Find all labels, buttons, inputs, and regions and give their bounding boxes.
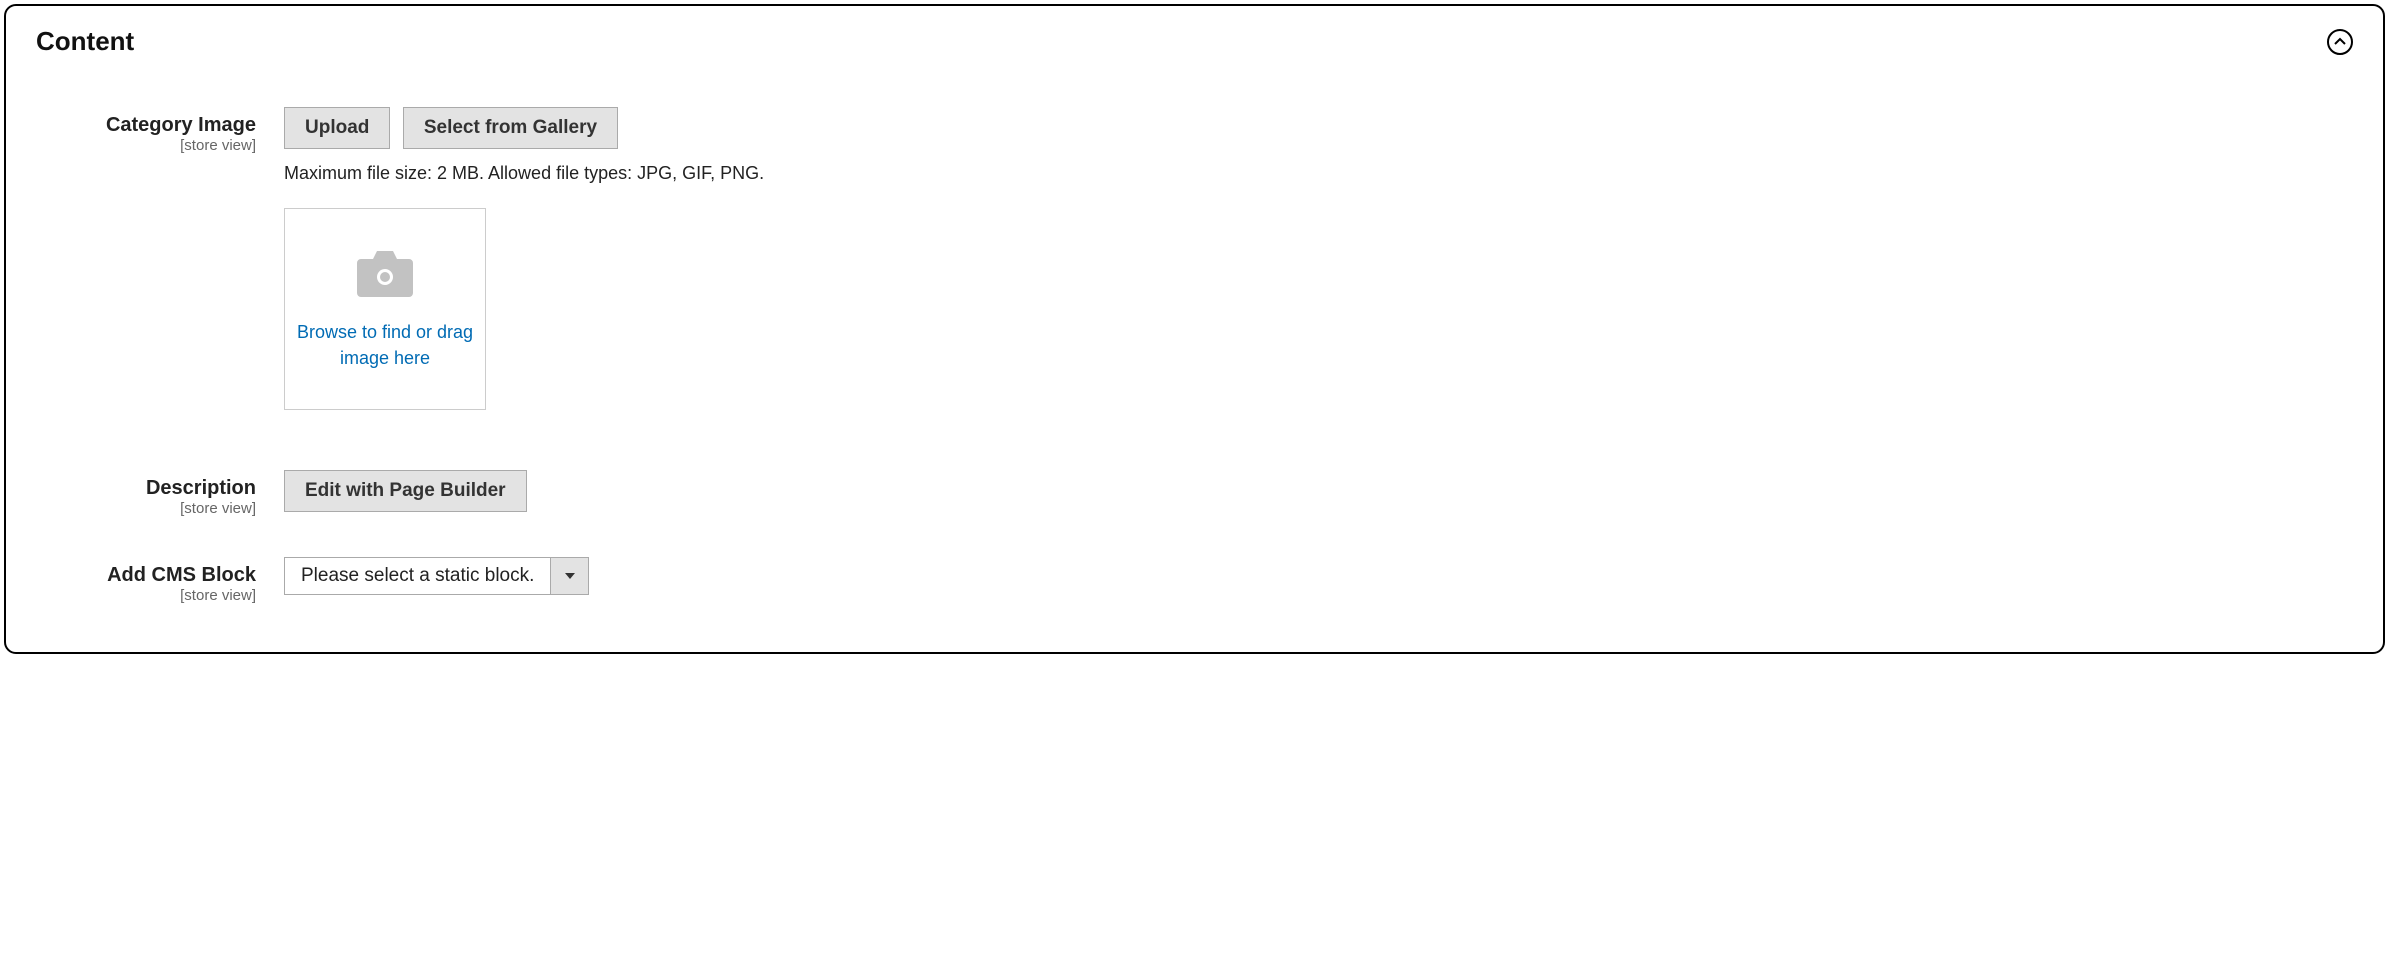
category-image-label: Category Image [36, 113, 256, 137]
cms-block-select[interactable]: Please select a static block. [284, 557, 589, 595]
panel-header: Content [36, 26, 2353, 57]
category-image-field: Upload Select from Gallery Maximum file … [284, 107, 2353, 410]
cms-block-selected-text: Please select a static block. [285, 558, 550, 594]
upload-hint: Maximum file size: 2 MB. Allowed file ty… [284, 163, 2353, 184]
description-label-col: Description [store view] [36, 470, 284, 517]
cms-block-field: Please select a static block. [284, 557, 2353, 595]
description-scope: [store view] [36, 500, 256, 517]
edit-page-builder-button[interactable]: Edit with Page Builder [284, 470, 527, 512]
image-dropzone[interactable]: Browse to find or drag image here [284, 208, 486, 410]
cms-block-label-col: Add CMS Block [store view] [36, 557, 284, 604]
upload-button[interactable]: Upload [284, 107, 390, 149]
dropzone-text: Browse to find or drag image here [295, 320, 475, 370]
cms-block-label: Add CMS Block [36, 563, 256, 587]
cms-block-row: Add CMS Block [store view] Please select… [36, 557, 2353, 604]
camera-icon [355, 247, 415, 306]
collapse-toggle[interactable] [2327, 29, 2353, 55]
description-row: Description [store view] Edit with Page … [36, 470, 2353, 517]
description-field: Edit with Page Builder [284, 470, 2353, 512]
content-panel: Content Category Image [store view] Uplo… [4, 4, 2385, 654]
category-image-label-col: Category Image [store view] [36, 107, 284, 154]
select-from-gallery-button[interactable]: Select from Gallery [403, 107, 618, 149]
panel-title: Content [36, 26, 134, 57]
caret-down-icon [565, 573, 575, 579]
cms-block-dropdown-toggle[interactable] [550, 558, 588, 594]
chevron-up-icon [2334, 36, 2346, 48]
category-image-row: Category Image [store view] Upload Selec… [36, 107, 2353, 410]
category-image-scope: [store view] [36, 137, 256, 154]
cms-block-scope: [store view] [36, 587, 256, 604]
description-label: Description [36, 476, 256, 500]
